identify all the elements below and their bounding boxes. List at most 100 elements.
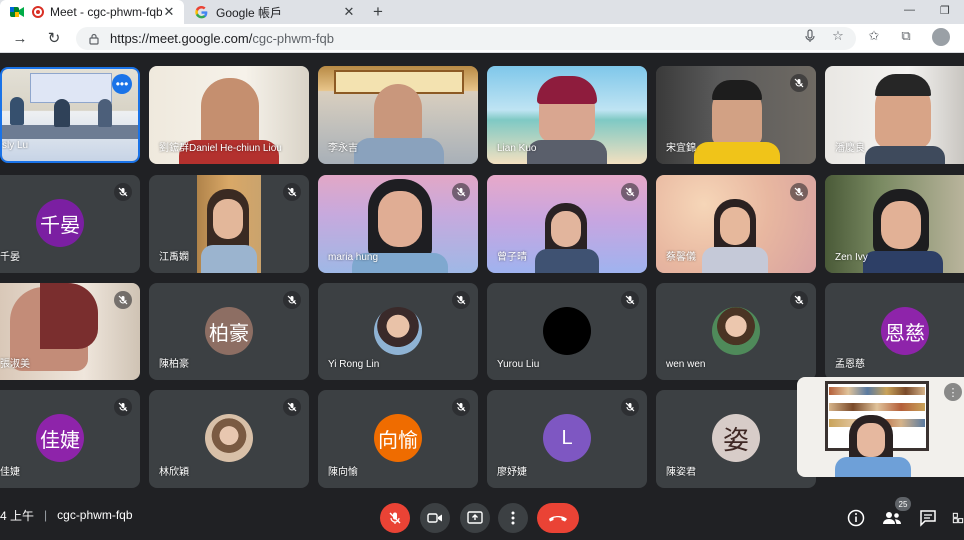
participant-tile[interactable]: 向愉 陳向愉 <box>318 390 478 488</box>
more-options-button[interactable] <box>498 503 528 533</box>
person-shirt <box>702 247 768 273</box>
participant-avatar: 佳婕 <box>36 414 84 462</box>
muted-mic-icon <box>452 291 470 309</box>
present-screen-button[interactable] <box>460 503 490 533</box>
meeting-details-button[interactable] <box>846 508 866 528</box>
people-button[interactable] <box>882 508 902 528</box>
participant-tile[interactable]: L 廖妤婕 <box>487 390 647 488</box>
camera-button[interactable] <box>420 503 450 533</box>
reload-icon[interactable]: ↻ <box>44 29 64 49</box>
person-figure <box>54 99 70 127</box>
restore-icon[interactable]: ❐ <box>940 4 950 17</box>
participant-tile[interactable]: 宋宜錦 <box>656 66 816 164</box>
person-hair <box>40 283 98 349</box>
participant-name: 孟恩慈 <box>835 359 865 370</box>
muted-mic-icon <box>283 398 301 416</box>
participant-tile[interactable]: 李永吉 <box>318 66 478 164</box>
muted-mic-icon <box>114 291 132 309</box>
muted-mic-icon <box>621 291 639 309</box>
participant-tile[interactable]: wen wen <box>656 283 816 380</box>
url-path: cgc-phwm-fqb <box>252 31 334 46</box>
participant-tile[interactable]: 蔡馨儀 <box>656 175 816 273</box>
tab-title: Google 帳戶 <box>216 5 283 20</box>
browser-tab-bar: Meet - cgc-phwm-fqb ✕ Google 帳戶 ✕ + — ❐ <box>0 0 964 24</box>
participant-tile[interactable]: Yurou Liu <box>487 283 647 380</box>
meeting-control-bar: 4 上午 | cgc-phwm-fqb <box>0 490 964 540</box>
person-shirt <box>201 245 257 273</box>
url-field[interactable]: https://meet.google.com/cgc-phwm-fqb <box>76 27 856 50</box>
participant-tile[interactable]: Yi Rong Lin <box>318 283 478 380</box>
participant-tile[interactable]: 潘慶良 <box>825 66 964 164</box>
banner <box>30 73 112 103</box>
new-tab-button[interactable]: + <box>368 2 388 22</box>
participant-name: Zen Ivy <box>835 252 868 263</box>
participant-tile[interactable]: 恩慈 孟恩慈 <box>825 283 964 380</box>
meeting-code: cgc-phwm-fqb <box>57 508 133 522</box>
close-tab-icon[interactable]: ✕ <box>342 4 356 20</box>
people-icon <box>883 512 901 524</box>
person-figure <box>10 97 24 125</box>
collections-icon[interactable]: ⧉ <box>898 28 914 44</box>
person-shirt <box>865 146 945 164</box>
participant-tile[interactable]: 曾子晴 <box>487 175 647 273</box>
participant-count-badge: 25 <box>895 497 911 511</box>
participant-name: 宋宜錦 <box>666 143 696 154</box>
minimize-icon[interactable]: — <box>904 4 915 16</box>
participant-name: 千晏 <box>0 252 20 263</box>
chat-button[interactable] <box>918 508 938 528</box>
self-view-tile[interactable]: ⋮ <box>797 377 964 477</box>
tab-google-account[interactable]: Google 帳戶 ✕ <box>184 0 364 24</box>
muted-mic-icon <box>621 398 639 416</box>
participant-avatar-photo <box>712 307 760 355</box>
participant-name: Yurou Liu <box>497 359 540 370</box>
participant-name: 李永吉 <box>328 143 358 154</box>
participant-tile[interactable]: Lian Kuo <box>487 66 647 164</box>
microphone-icon[interactable] <box>802 28 818 44</box>
google-g-icon <box>194 5 208 19</box>
back-arrow-icon[interactable]: → <box>10 29 30 49</box>
participant-name: Yi Rong Lin <box>328 359 380 370</box>
person-figure <box>857 423 885 457</box>
participant-avatar: 姿 <box>712 414 760 462</box>
participant-tile[interactable]: maria hung <box>318 175 478 273</box>
person-shirt <box>354 138 444 164</box>
conference-table <box>2 125 138 139</box>
participant-avatar-photo <box>543 307 591 355</box>
more-options-icon[interactable]: ••• <box>112 74 132 94</box>
participant-tile[interactable]: 張淑美 <box>0 283 140 380</box>
activities-button[interactable] <box>952 508 964 528</box>
close-tab-icon[interactable]: ✕ <box>162 4 176 20</box>
meeting-details: 4 上午 | cgc-phwm-fqb <box>0 490 133 540</box>
profile-avatar-icon[interactable] <box>932 28 950 46</box>
lock-icon <box>89 33 99 45</box>
participant-tile[interactable]: Zen Ivy <box>825 175 964 273</box>
meet-favicon-icon <box>10 5 24 19</box>
muted-mic-icon <box>114 183 132 201</box>
participant-tile[interactable]: 佳婕 佳婕 <box>0 390 140 488</box>
bookmark-star-icon[interactable]: ☆ <box>830 28 846 44</box>
person-hair <box>712 80 762 100</box>
participant-tile[interactable]: 姿 陳姿君 <box>656 390 816 488</box>
muted-mic-icon <box>114 398 132 416</box>
participant-name: 陳姿君 <box>666 467 696 478</box>
microphone-off-button[interactable] <box>380 503 410 533</box>
favorites-icon[interactable]: ✩ <box>866 28 882 44</box>
participant-avatar-photo <box>374 307 422 355</box>
person-figure <box>378 191 422 247</box>
person-figure <box>374 84 422 146</box>
mic-off-icon <box>389 512 401 524</box>
address-bar: → ↻ https://meet.google.com/cgc-phwm-fqb… <box>0 24 964 53</box>
participant-tile[interactable]: 柏豪 陳柏豪 <box>149 283 309 380</box>
participant-tile[interactable]: 劉鋐群Daniel He-chiun Liou <box>149 66 309 164</box>
tab-meet[interactable]: Meet - cgc-phwm-fqb ✕ <box>0 0 184 24</box>
participant-tile[interactable]: 江禹嫻 <box>149 175 309 273</box>
muted-mic-icon <box>452 398 470 416</box>
participant-avatar: 千晏 <box>36 199 84 247</box>
participant-tile[interactable]: 林欣穎 <box>149 390 309 488</box>
chat-icon <box>920 510 936 527</box>
more-options-icon[interactable]: ⋮ <box>944 383 962 401</box>
participant-name: sly Lu <box>2 140 29 151</box>
leave-call-button[interactable] <box>537 503 579 533</box>
participant-tile[interactable]: ••• sly Lu <box>0 67 140 163</box>
participant-tile[interactable]: 千晏 千晏 <box>0 175 140 273</box>
